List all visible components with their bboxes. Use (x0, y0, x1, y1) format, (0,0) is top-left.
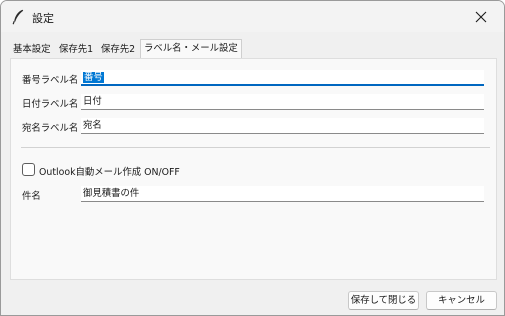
addressee-label-value: 宛名 (83, 120, 102, 131)
date-label-input[interactable]: 日付 (81, 94, 484, 110)
addressee-label-caption: 宛名ラベル名 (22, 123, 79, 134)
date-label-value: 日付 (83, 96, 102, 107)
window-title: 設定 (32, 12, 54, 25)
title-bar[interactable]: 設定 (1, 1, 504, 32)
subject-caption: 件名 (22, 191, 41, 202)
number-label-input[interactable]: 番号 (81, 70, 484, 86)
outlook-auto-mail-label[interactable]: Outlook自動メール作成 ON/OFF (39, 164, 180, 178)
save-and-close-button[interactable]: 保存して閉じる (348, 291, 419, 310)
cancel-button[interactable]: キャンセル (426, 291, 497, 310)
subject-value: 御見積書の件 (83, 188, 140, 199)
tab-panel-label-mail: 番号ラベル名 番号 日付ラベル名 日付 宛名ラベル名 宛名 Outlook自動メ… (10, 58, 497, 280)
settings-window: 設定 基本設定 保存先1 保存先2 ラベル名・メール設定 番号ラベル名 番号 日… (0, 0, 505, 316)
close-button[interactable] (458, 1, 504, 32)
section-divider (21, 147, 490, 148)
close-icon (475, 11, 487, 22)
feather-icon (11, 9, 25, 25)
tab-label-mail-settings[interactable]: ラベル名・メール設定 (140, 39, 242, 59)
tab-save-location-1[interactable]: 保存先1 (59, 42, 93, 58)
subject-input[interactable]: 御見積書の件 (81, 186, 484, 202)
tab-save-location-2[interactable]: 保存先2 (101, 42, 135, 58)
tab-basic-settings[interactable]: 基本設定 (13, 42, 51, 58)
date-label-caption: 日付ラベル名 (22, 99, 79, 110)
number-label-value: 番号 (83, 72, 104, 83)
outlook-auto-mail-checkbox[interactable] (22, 163, 35, 176)
number-label-caption: 番号ラベル名 (22, 75, 79, 86)
addressee-label-input[interactable]: 宛名 (81, 118, 484, 134)
